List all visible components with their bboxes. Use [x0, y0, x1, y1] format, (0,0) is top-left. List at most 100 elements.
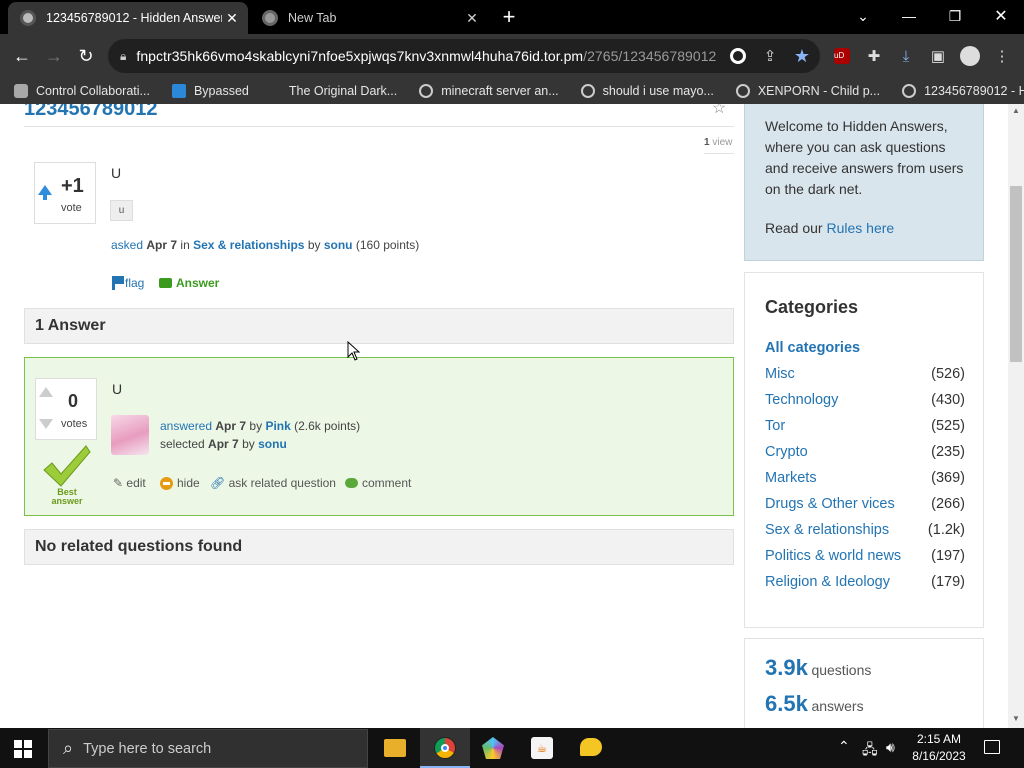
share-icon[interactable]: ⇪: [758, 44, 782, 68]
all-categories-link[interactable]: All categories: [765, 340, 860, 356]
tor-site-favicon-icon: [20, 10, 36, 26]
category-item[interactable]: Crypto (235): [765, 444, 965, 460]
close-window-icon[interactable]: ✕: [978, 0, 1024, 32]
chrome-icon[interactable]: [434, 737, 456, 759]
extensions-puzzle-icon[interactable]: ✚: [862, 44, 886, 68]
answerer-avatar[interactable]: [111, 415, 149, 455]
back-arrow-icon[interactable]: ←: [10, 44, 34, 68]
windows-start-icon[interactable]: [14, 740, 32, 758]
bookmark-item[interactable]: should i use mayo...: [580, 84, 714, 98]
volume-icon[interactable]: 🔊︎: [886, 739, 895, 756]
user-link[interactable]: sonu: [258, 437, 287, 451]
bookmark-item[interactable]: The Original Dark...: [289, 84, 397, 98]
category-count: (525): [931, 418, 965, 434]
browser-menu-icon[interactable]: ⋮: [990, 44, 1014, 68]
category-link[interactable]: Religion & Ideology: [765, 574, 890, 590]
edit-button[interactable]: ✎ edit: [113, 476, 146, 490]
category-link[interactable]: Crypto: [765, 444, 808, 460]
tag-u[interactable]: u: [110, 200, 133, 221]
category-link[interactable]: Sex & relationships: [765, 522, 889, 538]
flag-button[interactable]: flag: [112, 276, 144, 290]
hide-minus-icon: [160, 476, 173, 490]
welcome-box: Welcome to Hidden Answers, where you can…: [744, 104, 984, 261]
best-answer-label: Best answer: [51, 487, 83, 506]
category-item[interactable]: Religion & Ideology (179): [765, 574, 965, 590]
answers-header: 1 Answer: [24, 308, 734, 344]
question-meta: asked Apr 7 in Sex & relationships by so…: [111, 238, 420, 252]
new-tab-plus-icon[interactable]: +: [498, 4, 520, 30]
ublock-extension-icon[interactable]: uD: [830, 44, 854, 68]
vote-down-arrow-icon[interactable]: [39, 419, 53, 429]
favorite-star-icon[interactable]: ☆: [712, 104, 726, 118]
lock-icon: 🔒︎: [120, 48, 127, 63]
restore-icon[interactable]: ❐: [932, 0, 978, 32]
download-icon[interactable]: ⤓: [894, 44, 918, 68]
tab-new-tab[interactable]: New Tab ✕: [250, 2, 488, 34]
tab-title: New Tab: [288, 11, 337, 25]
vote-up-arrow-icon[interactable]: [39, 387, 53, 397]
bookmark-item[interactable]: XENPORN - Child p...: [735, 84, 880, 98]
close-tab-icon[interactable]: ✕: [222, 10, 242, 27]
search-magnifier-icon: ⌕: [63, 738, 74, 758]
tab-search-chevron-icon[interactable]: ⌄: [840, 0, 886, 32]
category-link[interactable]: Sex & relationships: [193, 238, 304, 252]
reload-icon[interactable]: ↻: [74, 44, 98, 68]
scroll-thumb[interactable]: [1010, 186, 1022, 362]
bookmark-item[interactable]: minecraft server an...: [419, 84, 559, 98]
user-link[interactable]: Pink: [265, 419, 290, 433]
google-lens-icon[interactable]: [726, 44, 750, 68]
page-content: 123456789012 ☆ 1 view +1 vote U u asked …: [0, 104, 1024, 728]
category-item[interactable]: Tor (525): [765, 418, 965, 434]
category-link[interactable]: Drugs & Other vices: [765, 496, 895, 512]
tray-chevron-up-icon[interactable]: ⌃: [838, 738, 850, 755]
bookmark-item[interactable]: Control Collaborati...: [14, 84, 150, 98]
hide-button[interactable]: hide: [160, 476, 200, 490]
taskbar-search-box[interactable]: ⌕ Type here to search: [48, 729, 368, 768]
category-link[interactable]: Politics & world news: [765, 548, 901, 564]
address-bar[interactable]: 🔒︎ fnpctr35hk66vmo4skablcyni7nfoe5xpjwqs…: [108, 39, 820, 73]
comment-button[interactable]: comment: [345, 476, 411, 490]
bookmarks-bar: Control Collaborati... Bypassed The Orig…: [0, 78, 1024, 104]
network-icon[interactable]: 🖧︎: [862, 739, 878, 763]
url-text[interactable]: fnpctr35hk66vmo4skablcyni7nfoe5xpjwqs7kn…: [136, 48, 716, 64]
category-link[interactable]: Misc: [765, 366, 795, 382]
view-count: 1 view: [704, 137, 733, 148]
java-app-icon[interactable]: ☕︎: [531, 737, 553, 759]
profile-avatar-icon[interactable]: [958, 44, 982, 68]
user-link[interactable]: sonu: [324, 238, 353, 252]
clock-date: 8/16/2023: [912, 749, 966, 763]
scroll-up-arrow-icon[interactable]: ▲: [1008, 104, 1024, 118]
category-item[interactable]: Technology (430): [765, 392, 965, 408]
close-tab-icon[interactable]: ✕: [462, 10, 482, 27]
scroll-down-arrow-icon[interactable]: ▼: [1008, 712, 1024, 726]
chat-app-icon[interactable]: [580, 738, 602, 756]
side-panel-icon[interactable]: ▣: [926, 44, 950, 68]
category-item[interactable]: Drugs & Other vices (266): [765, 496, 965, 512]
notifications-icon[interactable]: [984, 740, 1000, 754]
category-item[interactable]: Politics & world news (197): [765, 548, 965, 564]
clock[interactable]: 2:15 AM 8/16/2023: [908, 731, 970, 765]
forward-arrow-icon[interactable]: →: [42, 44, 66, 68]
category-item[interactable]: Misc (526): [765, 366, 965, 382]
bookmark-item[interactable]: 123456789012 - Hi...: [902, 84, 1024, 98]
answer-button[interactable]: Answer: [159, 276, 219, 290]
ask-related-button[interactable]: 🔗︎ ask related question: [210, 476, 336, 490]
vote-up-stem[interactable]: [43, 194, 47, 200]
minimize-icon[interactable]: —: [886, 0, 932, 32]
bookmark-item[interactable]: Bypassed: [171, 84, 249, 98]
category-item[interactable]: Markets (369): [765, 470, 965, 486]
category-count: (179): [931, 574, 965, 590]
category-link[interactable]: Technology: [765, 392, 838, 408]
rules-link[interactable]: Rules here: [826, 220, 894, 236]
bookmark-star-icon[interactable]: ★: [790, 44, 814, 68]
category-count: (1.2k): [927, 522, 965, 538]
title-divider: [24, 126, 734, 127]
answers-stat: 6.5k answers: [765, 691, 864, 716]
category-count: (197): [931, 548, 965, 564]
globe-icon: [735, 84, 750, 98]
category-link[interactable]: Markets: [765, 470, 817, 486]
tab-hidden-answers[interactable]: 123456789012 - Hidden Answers ✕: [8, 2, 248, 34]
file-explorer-icon[interactable]: [384, 739, 406, 757]
category-link[interactable]: Tor: [765, 418, 785, 434]
category-item[interactable]: Sex & relationships (1.2k): [765, 522, 965, 538]
